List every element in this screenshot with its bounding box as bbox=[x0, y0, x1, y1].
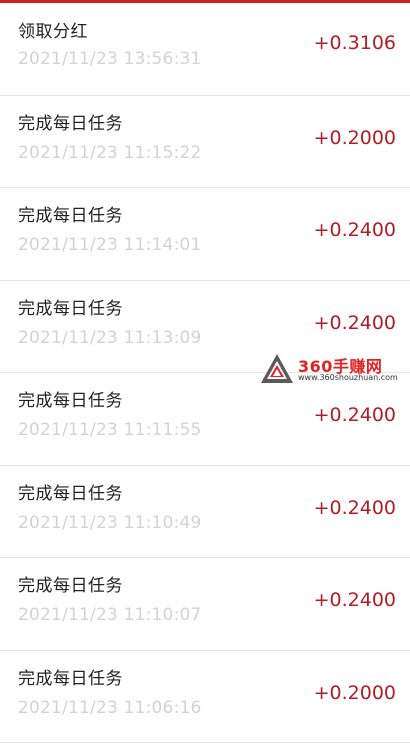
record-time: 2021/11/23 11:10:07 bbox=[18, 605, 202, 625]
record-title: 完成每日任务 bbox=[18, 664, 123, 689]
record-amount: +0.2400 bbox=[314, 589, 396, 611]
list-item[interactable]: 完成每日任务 2021/11/23 11:10:49 +0.2400 bbox=[0, 466, 410, 559]
record-time: 2021/11/23 11:13:09 bbox=[18, 328, 202, 348]
record-title: 完成每日任务 bbox=[18, 479, 123, 504]
record-time: 2021/11/23 11:15:22 bbox=[18, 143, 202, 163]
record-title: 领取分红 bbox=[18, 17, 88, 42]
watermark-url: www.360shouzhuan.com bbox=[298, 373, 398, 382]
record-time: 2021/11/23 13:56:31 bbox=[18, 49, 202, 69]
record-amount: +0.3106 bbox=[314, 32, 396, 54]
record-time: 2021/11/23 11:14:01 bbox=[18, 235, 202, 255]
site-watermark: 360手赚网 www.360shouzhuan.com bbox=[258, 352, 408, 386]
record-title: 完成每日任务 bbox=[18, 201, 123, 226]
list-item[interactable]: 完成每日任务 2021/11/23 11:10:07 +0.2400 bbox=[0, 558, 410, 651]
record-time: 2021/11/23 11:06:16 bbox=[18, 698, 202, 718]
record-title: 完成每日任务 bbox=[18, 571, 123, 596]
record-time: 2021/11/23 11:11:55 bbox=[18, 420, 202, 440]
record-amount: +0.2000 bbox=[314, 127, 396, 149]
list-item[interactable]: 完成每日任务 2021/11/23 11:06:16 +0.2000 bbox=[0, 651, 410, 743]
record-amount: +0.2400 bbox=[314, 497, 396, 519]
list-item[interactable]: 领取分红 2021/11/23 13:56:31 +0.3106 bbox=[0, 3, 410, 96]
list-item[interactable]: 完成每日任务 2021/11/23 11:15:22 +0.2000 bbox=[0, 96, 410, 189]
record-title: 完成每日任务 bbox=[18, 109, 123, 134]
record-amount: +0.2000 bbox=[314, 682, 396, 704]
record-amount: +0.2400 bbox=[314, 219, 396, 241]
triangle-logo-icon bbox=[260, 352, 294, 386]
record-title: 完成每日任务 bbox=[18, 294, 123, 319]
record-time: 2021/11/23 11:10:49 bbox=[18, 513, 202, 533]
list-item[interactable]: 完成每日任务 2021/11/23 11:11:55 +0.2400 bbox=[0, 373, 410, 466]
record-title: 完成每日任务 bbox=[18, 386, 123, 411]
list-item[interactable]: 完成每日任务 2021/11/23 11:14:01 +0.2400 bbox=[0, 188, 410, 281]
record-amount: +0.2400 bbox=[314, 404, 396, 426]
record-amount: +0.2400 bbox=[314, 312, 396, 334]
